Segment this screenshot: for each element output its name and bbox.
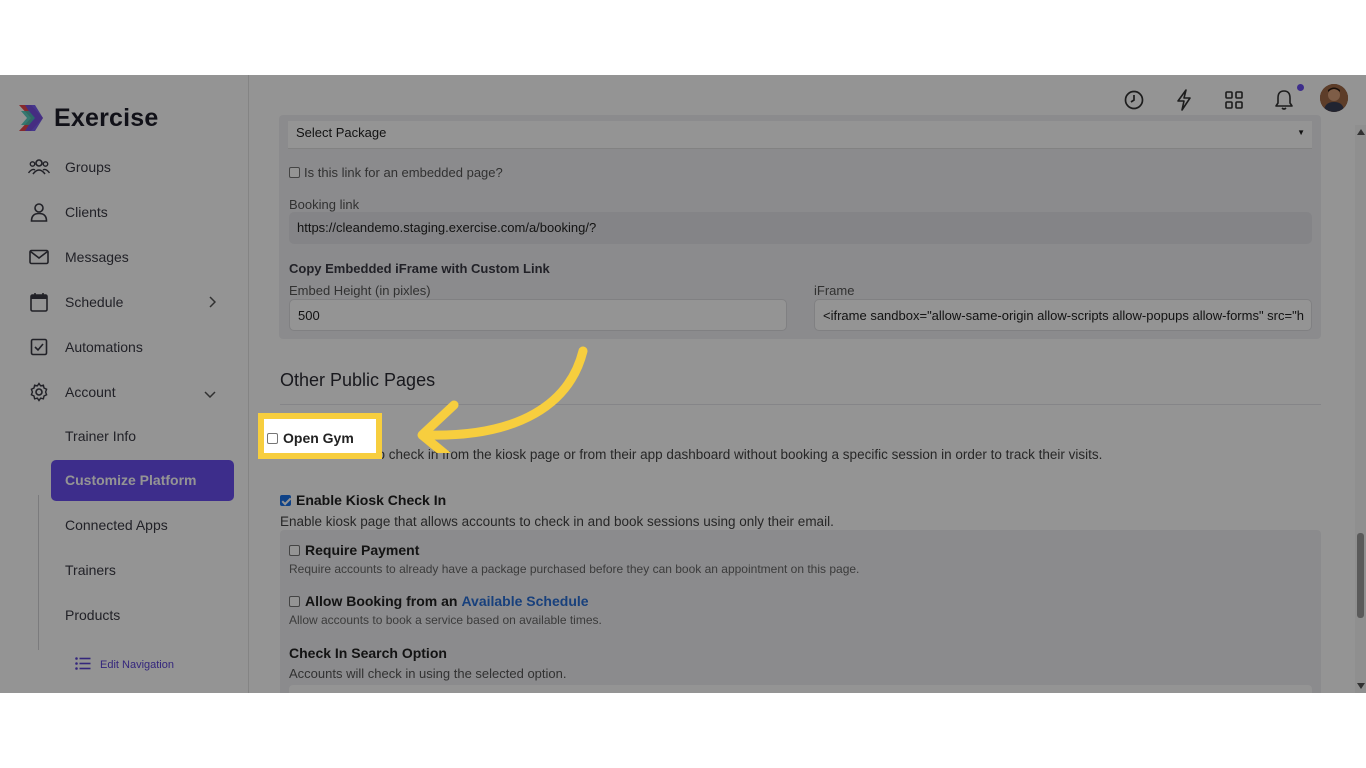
embedded-page-label: Is this link for an embedded page? bbox=[304, 165, 503, 180]
sidebar-subitem-products[interactable]: Products bbox=[65, 607, 120, 627]
bell-icon[interactable] bbox=[1272, 88, 1296, 112]
lightning-icon[interactable] bbox=[1172, 88, 1196, 112]
embed-height-input[interactable]: 500 bbox=[289, 299, 787, 331]
sidebar-item-label: Schedule bbox=[65, 294, 124, 310]
sidebar-subitem-customize-platform[interactable]: Customize Platform bbox=[51, 460, 234, 501]
app-window: Exercise Groups Clients Messages Schedul… bbox=[0, 75, 1366, 693]
open-gym-checkbox[interactable] bbox=[267, 432, 278, 444]
require-payment-description: Require accounts to already have a packa… bbox=[289, 562, 860, 576]
notification-dot bbox=[1297, 84, 1304, 91]
kiosk-description: Enable kiosk page that allows accounts t… bbox=[280, 514, 834, 529]
check-in-search-select[interactable] bbox=[289, 685, 1312, 693]
history-icon[interactable] bbox=[1122, 88, 1146, 112]
embedded-page-checkbox[interactable] bbox=[289, 167, 300, 178]
sidebar-subitem-trainers[interactable]: Trainers bbox=[65, 562, 116, 582]
sidebar-subitem-label: Customize Platform bbox=[65, 472, 197, 488]
package-select-value: Select Package bbox=[296, 125, 387, 140]
sidebar-item-label: Automations bbox=[65, 339, 143, 355]
kiosk-option: Enable Kiosk Check In bbox=[280, 492, 446, 508]
chevron-down-icon bbox=[204, 385, 216, 401]
check-in-search-title: Check In Search Option bbox=[289, 645, 447, 661]
booking-link-label: Booking link bbox=[289, 197, 360, 212]
calendar-icon bbox=[28, 291, 50, 313]
kiosk-label: Enable Kiosk Check In bbox=[296, 492, 447, 508]
sidebar-subitem-trainer-info[interactable]: Trainer Info bbox=[65, 428, 136, 448]
chevron-right-icon bbox=[208, 295, 217, 311]
require-payment-option: Require Payment bbox=[289, 542, 419, 558]
caret-down-icon: ▼ bbox=[1297, 128, 1305, 137]
user-icon bbox=[28, 201, 50, 223]
iframe-section-title: Copy Embedded iFrame with Custom Link bbox=[289, 261, 550, 276]
groups-icon bbox=[28, 156, 50, 178]
embed-height-label: Embed Height (in pixles) bbox=[289, 283, 431, 298]
iframe-code-field[interactable]: <iframe sandbox="allow-same-origin allow… bbox=[814, 299, 1312, 331]
open-gym-description: Allow accounts to check in from the kios… bbox=[280, 447, 1103, 462]
sidebar-item-clients[interactable]: Clients bbox=[28, 197, 220, 227]
sidebar-item-groups[interactable]: Groups bbox=[28, 152, 220, 182]
sidebar-item-label: Clients bbox=[65, 204, 108, 220]
mail-icon bbox=[28, 246, 50, 268]
scrollbar[interactable] bbox=[1355, 125, 1366, 693]
allow-booking-option: Allow Booking from an Available Schedule bbox=[289, 593, 589, 609]
sidebar-item-automations[interactable]: Automations bbox=[28, 332, 220, 362]
tutorial-arrow-icon bbox=[417, 346, 588, 453]
available-schedule-link[interactable]: Available Schedule bbox=[461, 593, 588, 609]
require-payment-checkbox[interactable] bbox=[289, 544, 300, 556]
scrollbar-thumb[interactable] bbox=[1357, 533, 1364, 618]
iframe-label: iFrame bbox=[814, 283, 855, 298]
gear-icon bbox=[28, 381, 50, 403]
sidebar-item-messages[interactable]: Messages bbox=[28, 242, 220, 272]
sidebar-item-account[interactable]: Account bbox=[28, 377, 220, 407]
app-logo[interactable]: Exercise bbox=[17, 103, 158, 133]
scroll-up-arrow-icon[interactable] bbox=[1357, 129, 1365, 135]
require-payment-label: Require Payment bbox=[305, 542, 420, 558]
apps-grid-icon[interactable] bbox=[1222, 88, 1246, 112]
list-icon bbox=[75, 657, 91, 673]
app-name: Exercise bbox=[54, 103, 159, 132]
kiosk-checkbox[interactable] bbox=[280, 494, 291, 506]
sidebar: Exercise Groups Clients Messages Schedul… bbox=[0, 75, 249, 693]
embedded-page-option: Is this link for an embedded page? bbox=[289, 165, 503, 180]
sidebar-item-schedule[interactable]: Schedule bbox=[28, 287, 220, 317]
sidebar-subitem-connected-apps[interactable]: Connected Apps bbox=[65, 517, 168, 537]
submenu-line bbox=[38, 495, 39, 650]
sidebar-item-label: Account bbox=[65, 384, 116, 400]
avatar[interactable] bbox=[1320, 84, 1348, 112]
edit-navigation-link[interactable]: Edit Navigation bbox=[75, 657, 174, 673]
checkbox-icon bbox=[28, 336, 50, 358]
open-gym-option: Open Gym bbox=[267, 430, 354, 446]
exercise-logo-icon bbox=[17, 103, 45, 133]
open-gym-label: Open Gym bbox=[283, 430, 354, 446]
allow-booking-description: Allow accounts to book a service based o… bbox=[289, 613, 602, 627]
sidebar-item-label: Groups bbox=[65, 159, 111, 175]
scroll-down-arrow-icon[interactable] bbox=[1357, 683, 1365, 689]
booking-link-field[interactable]: https://cleandemo.staging.exercise.com/a… bbox=[289, 212, 1312, 244]
check-in-search-description: Accounts will check in using the selecte… bbox=[289, 666, 567, 681]
edit-navigation-label: Edit Navigation bbox=[100, 659, 174, 671]
package-select[interactable]: Select Package ▼ bbox=[288, 121, 1312, 149]
allow-booking-label: Allow Booking from an bbox=[305, 593, 458, 609]
open-gym-highlight: Open Gym bbox=[258, 413, 382, 459]
allow-booking-checkbox[interactable] bbox=[289, 595, 300, 607]
sidebar-item-label: Messages bbox=[65, 249, 129, 265]
